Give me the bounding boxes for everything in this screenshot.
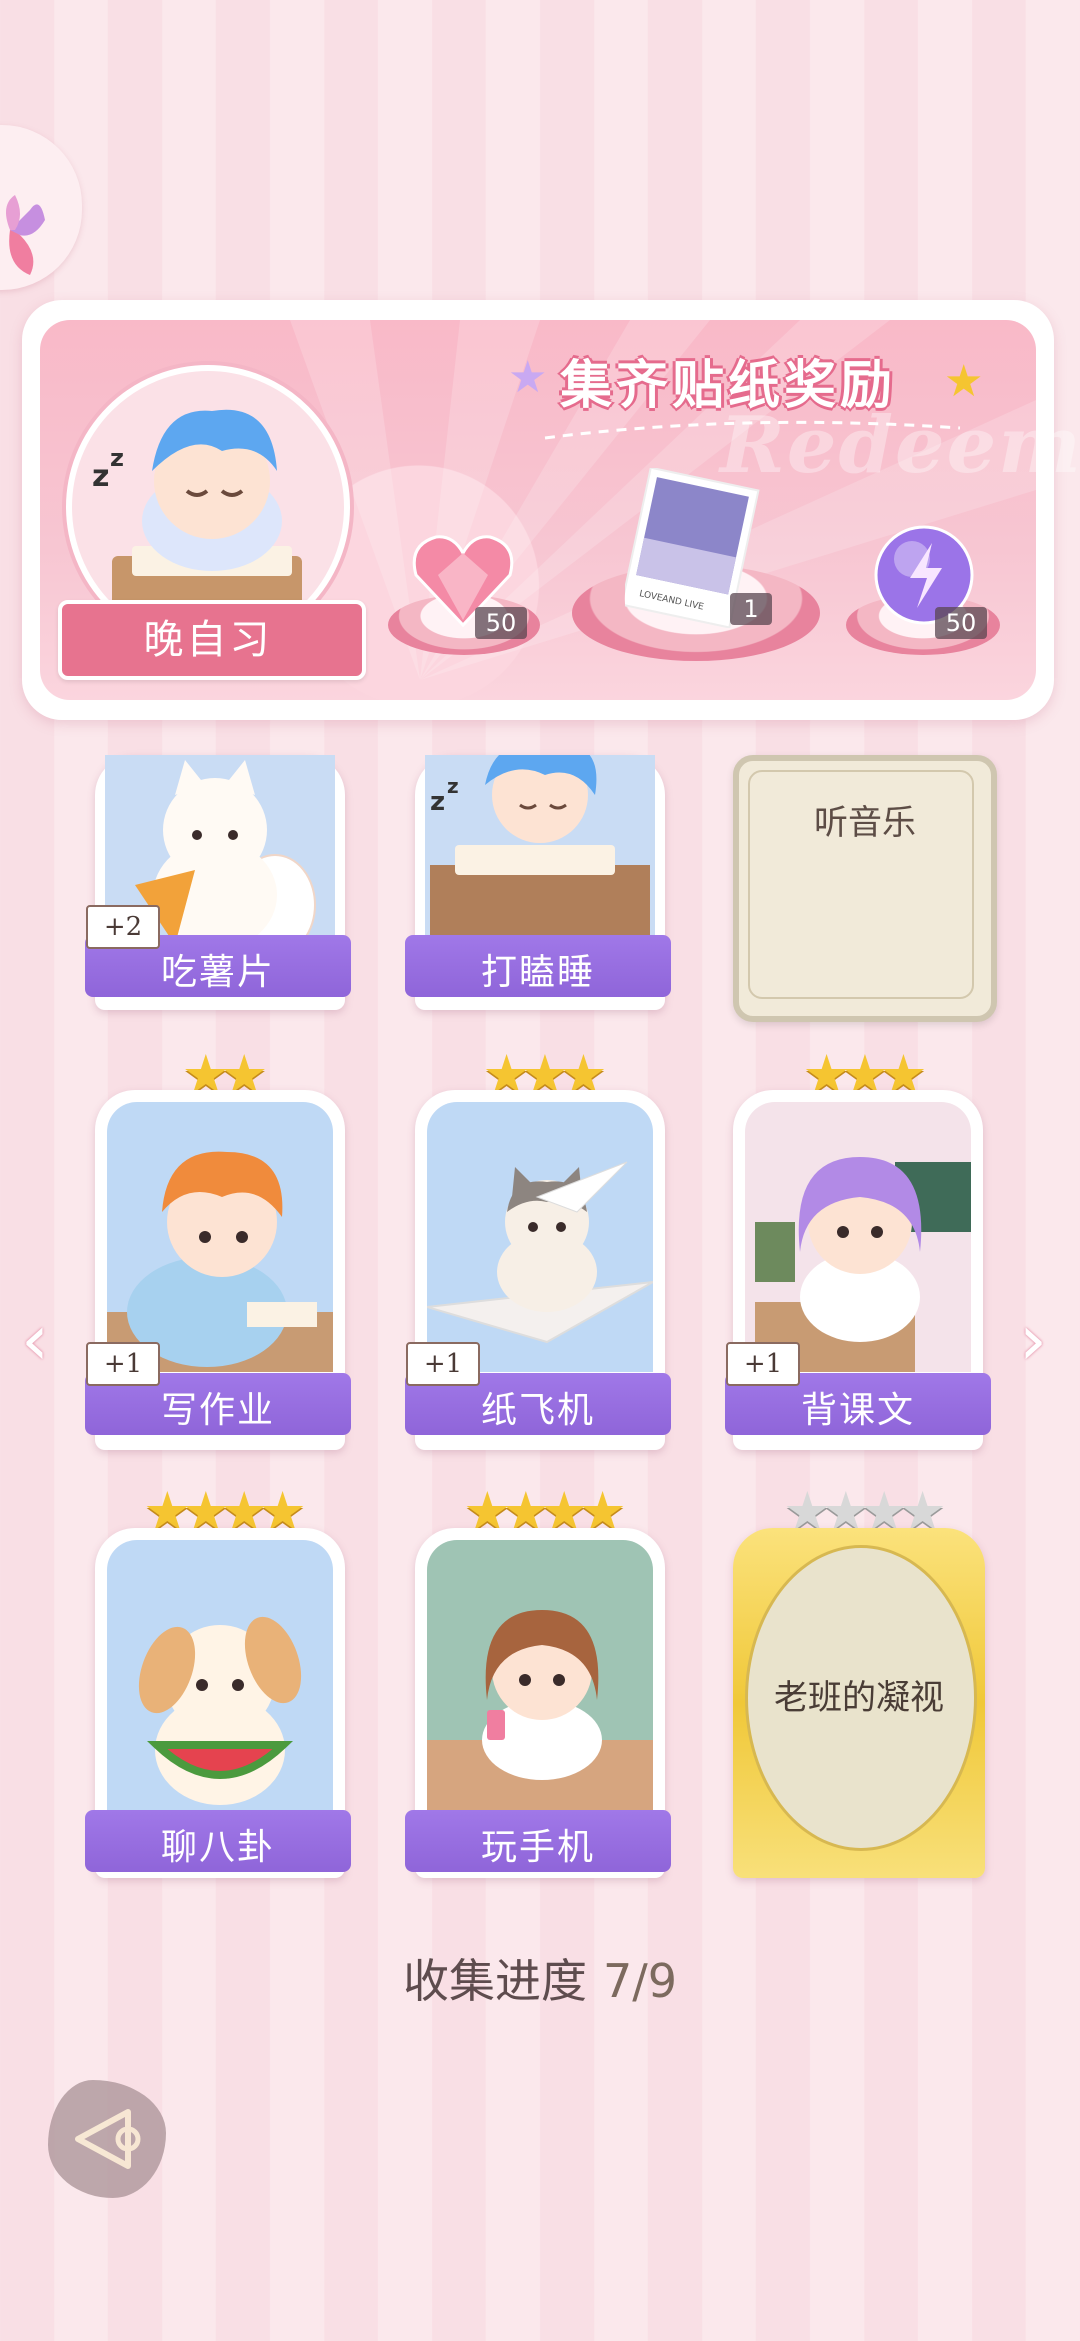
star-icon: ★ (944, 356, 984, 407)
back-button[interactable] (48, 2080, 166, 2198)
progress-value: 7/9 (602, 1954, 678, 2008)
svg-text:z: z (110, 444, 124, 472)
card-label: 聊八卦 (160, 1827, 275, 1868)
card-art (745, 1102, 971, 1372)
girl-reciting-illustration (755, 1157, 971, 1372)
progress-label: 收集进度 (402, 1954, 587, 2008)
card-art (107, 1540, 333, 1820)
svg-text:z: z (447, 774, 459, 798)
card-label: 玩手机 (480, 1827, 595, 1868)
svg-text:z: z (92, 459, 109, 494)
girl-phone-illustration (427, 1610, 653, 1820)
card-label: 吃薯片 (160, 952, 275, 993)
boy-sleeping-desk-illustration: z z (430, 755, 650, 955)
reward-count: 50 (935, 607, 987, 639)
card-art (427, 1102, 653, 1372)
card-label: 背课文 (800, 1390, 915, 1431)
plus-badge: +2 (86, 905, 160, 949)
collection-progress: 收集进度 7/9 (0, 1945, 1080, 2011)
star-icon: ★ (508, 352, 548, 403)
special-card-label: 老班的凝视 (774, 1678, 944, 1718)
reward-count: 1 (730, 593, 772, 625)
next-page-arrow[interactable]: › (1010, 1305, 1056, 1375)
card-label: 写作业 (160, 1390, 275, 1431)
card-art (107, 1102, 333, 1372)
card-art: z z (425, 755, 655, 955)
sticker-name-label: 晚自习 (143, 617, 273, 663)
boy-writing-illustration (107, 1151, 333, 1372)
plus-badge: +1 (726, 1342, 800, 1386)
svg-text:z: z (430, 787, 445, 817)
card-label: 打瞌睡 (480, 952, 595, 993)
side-menu-button[interactable] (0, 125, 82, 290)
plus-badge: +1 (406, 1342, 480, 1386)
locked-card-label: 听音乐 (814, 803, 916, 843)
cat-paper-plane-illustration (427, 1161, 653, 1344)
petal-icon (6, 195, 45, 275)
plus-badge: +1 (86, 1342, 160, 1386)
card-art (427, 1540, 653, 1820)
title-underline (544, 420, 961, 440)
card-label: 纸飞机 (480, 1390, 595, 1431)
dog-watermelon-illustration (138, 1616, 302, 1805)
back-arrow-icon (75, 2109, 141, 2169)
prev-page-arrow[interactable]: ‹ (12, 1305, 58, 1375)
reward-count: 50 (475, 607, 527, 639)
reward-title: 集齐贴纸奖励 (560, 356, 897, 416)
